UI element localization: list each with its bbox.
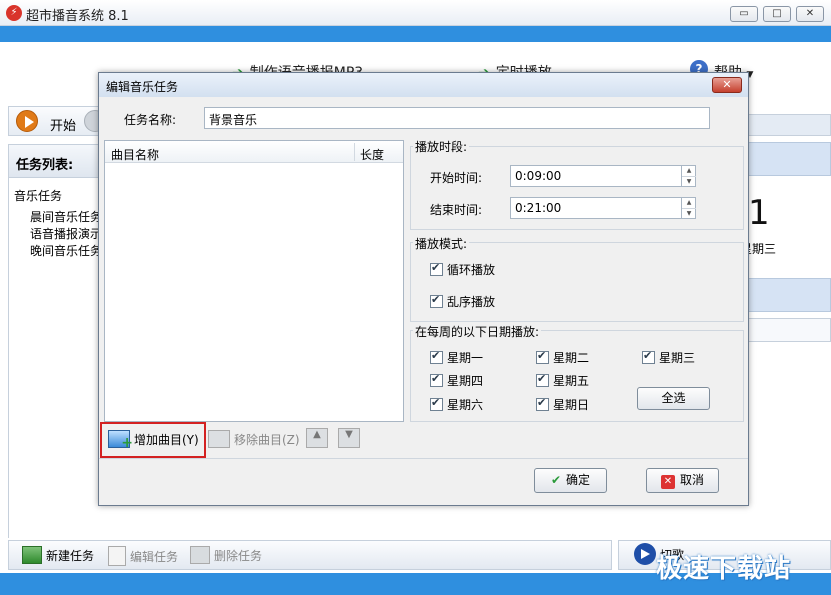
delete-task-label: 删除任务 [214, 548, 263, 563]
end-time-value: 0:21:00 [515, 201, 562, 215]
task-list-title: 任务列表: [16, 158, 74, 173]
watermark-text: 极速下载站 [656, 554, 792, 584]
weekday-sun-checkbox[interactable]: 星期日 [536, 396, 589, 413]
add-track-icon: + [108, 430, 133, 451]
weekday-thu-checkbox[interactable]: 星期四 [430, 372, 483, 389]
start-button[interactable]: 开始 [50, 115, 76, 134]
start-time-label: 开始时间: [430, 171, 483, 185]
weekday-sun-label: 星期日 [553, 398, 590, 412]
remove-track-button[interactable]: 移除曲目(Z) [208, 430, 300, 448]
clock-display: 1 [748, 193, 770, 233]
checkbox-icon[interactable] [642, 349, 655, 364]
right-panel-row [748, 318, 831, 342]
track-list[interactable] [104, 140, 404, 422]
checkbox-icon[interactable] [430, 261, 443, 276]
weekday-fri-checkbox[interactable]: 星期五 [536, 372, 589, 389]
edit-task-label: 编辑任务 [130, 549, 179, 564]
weekday-thu-label: 星期四 [447, 374, 484, 388]
checkbox-icon[interactable] [430, 349, 443, 364]
delete-task-icon [190, 546, 210, 564]
column-track-name[interactable]: 曲目名称 [111, 146, 159, 163]
remove-track-icon [208, 430, 230, 448]
shuffle-play-checkbox[interactable]: 乱序播放 [430, 293, 495, 310]
right-panel-header [748, 142, 831, 176]
add-track-label: 增加曲目(Y) [134, 432, 199, 447]
end-time-spinner[interactable]: ▲ ▼ [681, 198, 696, 218]
new-task-icon [22, 546, 42, 564]
minimize-button[interactable]: ▭ [730, 6, 758, 22]
weekday-title: 在每周的以下日期播放: [413, 323, 542, 340]
weekday-wed-checkbox[interactable]: 星期三 [642, 349, 695, 366]
cancel-label: 取消 [679, 473, 704, 487]
ok-button[interactable]: ✔ 确定 [534, 468, 607, 493]
cancel-x-icon: ✕ [660, 475, 675, 489]
dialog-title: 编辑音乐任务 [106, 80, 179, 94]
task-toolbar [8, 540, 612, 570]
dialog-footer-divider [99, 458, 748, 459]
checkbox-icon[interactable] [536, 396, 549, 411]
spin-up-icon[interactable]: ▲ [682, 166, 696, 176]
start-time-spinner[interactable]: ▲ ▼ [681, 166, 696, 186]
checkbox-icon[interactable] [430, 293, 443, 308]
select-all-button[interactable]: 全选 [637, 387, 710, 410]
weekday-mon-checkbox[interactable]: 星期一 [430, 349, 483, 366]
add-track-button[interactable]: + 增加曲目(Y) [108, 430, 199, 451]
app-title: 超市播音系统 8.1 [26, 9, 129, 24]
dialog-close-button[interactable]: ✕ [712, 77, 742, 93]
header-strip [0, 26, 831, 42]
task-name-input[interactable]: 背景音乐 [204, 107, 710, 129]
column-separator [354, 143, 355, 161]
checkmark-icon: ✔ [550, 473, 562, 487]
remove-track-label: 移除曲目(Z) [234, 432, 300, 447]
edit-task-button[interactable]: 编辑任务 [108, 546, 178, 566]
spin-down-icon[interactable]: ▼ [682, 208, 696, 218]
tree-root-music-tasks[interactable]: 音乐任务 [14, 187, 62, 204]
next-track-icon[interactable] [634, 543, 656, 565]
tree-item-evening[interactable]: 晚间音乐任务 [30, 242, 102, 259]
column-length[interactable]: 长度 [360, 146, 384, 163]
weekday-wed-label: 星期三 [659, 351, 696, 365]
delete-task-button[interactable]: 删除任务 [190, 546, 262, 564]
move-up-icon[interactable]: ▲ [306, 428, 328, 448]
move-down-icon[interactable]: ▼ [338, 428, 360, 448]
checkbox-icon[interactable] [536, 372, 549, 387]
task-name-label: 任务名称: [124, 113, 177, 127]
checkbox-icon[interactable] [430, 372, 443, 387]
play-icon[interactable] [16, 110, 38, 132]
cancel-button[interactable]: ✕ 取消 [646, 468, 719, 493]
dialog-title-bar [99, 73, 748, 97]
end-time-label: 结束时间: [430, 203, 483, 217]
tree-item-voice-demo[interactable]: 语音播报演示 [30, 225, 102, 242]
ok-label: 确定 [566, 473, 591, 487]
app-logo-icon: ⚡ [6, 5, 22, 21]
weekday-mon-label: 星期一 [447, 351, 484, 365]
new-task-label: 新建任务 [46, 548, 95, 563]
tree-item-morning[interactable]: 晨间音乐任务 [30, 208, 102, 225]
play-mode-group [410, 242, 744, 322]
edit-task-icon [108, 546, 126, 566]
right-panel-header-2 [748, 278, 831, 312]
checkbox-icon[interactable] [430, 396, 443, 411]
weekday-tue-checkbox[interactable]: 星期二 [536, 349, 589, 366]
loop-play-checkbox[interactable]: 循环播放 [430, 261, 495, 278]
right-toolbar [748, 114, 831, 136]
play-mode-title: 播放模式: [413, 235, 470, 252]
maximize-button[interactable]: □ [763, 6, 791, 22]
weekday-sat-checkbox[interactable]: 星期六 [430, 396, 483, 413]
start-time-value: 0:09:00 [515, 169, 562, 183]
new-task-button[interactable]: 新建任务 [22, 546, 94, 564]
checkbox-icon[interactable] [536, 349, 549, 364]
weekday-sat-label: 星期六 [447, 398, 484, 412]
weekday-tue-label: 星期二 [553, 351, 590, 365]
end-time-input[interactable]: 0:21:00 ▲ ▼ [510, 197, 696, 219]
start-time-input[interactable]: 0:09:00 ▲ ▼ [510, 165, 696, 187]
shuffle-play-label: 乱序播放 [447, 295, 496, 309]
loop-play-label: 循环播放 [447, 263, 496, 277]
spin-up-icon[interactable]: ▲ [682, 198, 696, 208]
play-period-title: 播放时段: [413, 138, 470, 155]
weekday-fri-label: 星期五 [553, 374, 590, 388]
close-button[interactable]: ✕ [796, 6, 824, 22]
spin-down-icon[interactable]: ▼ [682, 176, 696, 186]
